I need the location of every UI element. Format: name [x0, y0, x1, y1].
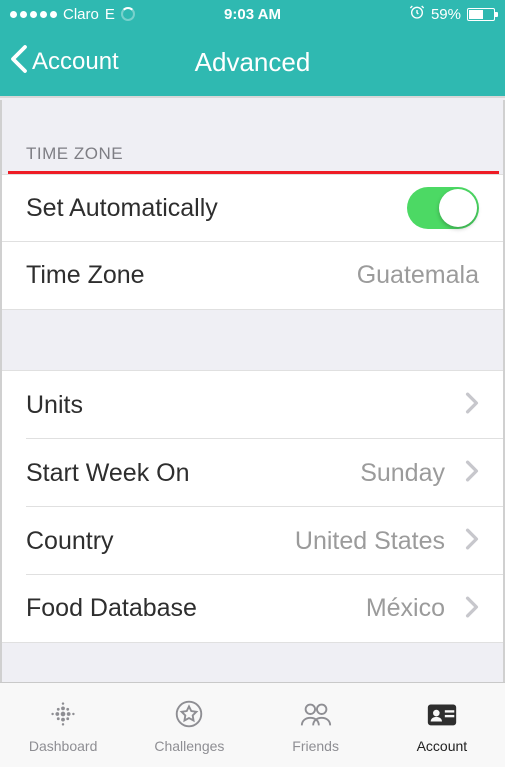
row-units[interactable]: Units [2, 371, 503, 439]
tab-label: Dashboard [29, 738, 98, 754]
chevron-right-icon [457, 457, 479, 489]
challenges-icon [170, 697, 208, 734]
country-label: Country [26, 527, 114, 556]
section-gap [2, 309, 503, 371]
tab-dashboard[interactable]: Dashboard [0, 683, 126, 767]
tab-label: Account [417, 738, 468, 754]
chevron-left-icon [10, 44, 28, 81]
friends-icon [297, 697, 335, 734]
content: TIME ZONE Set Automatically Time Zone Gu… [0, 100, 505, 682]
tab-label: Friends [292, 738, 339, 754]
tab-bar: Dashboard Challenges Friends Account [0, 682, 505, 767]
back-button[interactable]: Account [0, 44, 119, 81]
tab-challenges[interactable]: Challenges [126, 683, 252, 767]
startweek-label: Start Week On [26, 459, 190, 488]
row-start-week[interactable]: Start Week On Sunday [2, 439, 503, 507]
startweek-value-wrap: Sunday [360, 457, 479, 489]
battery-icon [467, 8, 495, 21]
country-value: United States [295, 527, 445, 556]
timezone-value: Guatemala [357, 261, 479, 290]
timezone-label: Time Zone [26, 261, 145, 290]
set-auto-label: Set Automatically [26, 194, 218, 223]
tab-friends[interactable]: Friends [253, 683, 379, 767]
signal-dots-icon [10, 11, 57, 18]
alarm-icon [409, 4, 425, 24]
set-auto-toggle[interactable] [407, 187, 479, 229]
carrier-label: Claro [63, 6, 99, 23]
account-icon [423, 697, 461, 734]
tab-account[interactable]: Account [379, 683, 505, 767]
row-time-zone[interactable]: Time Zone Guatemala [2, 242, 503, 310]
status-left: Claro E [10, 6, 409, 23]
tab-label: Challenges [154, 738, 224, 754]
row-food-database[interactable]: Food Database México [2, 575, 503, 643]
nav-bar: Account Advanced [0, 28, 505, 98]
chevron-right-icon [457, 593, 479, 625]
loading-spinner-icon [121, 7, 135, 21]
dashboard-icon [44, 697, 82, 734]
chevron-right-icon [457, 525, 479, 557]
battery-pct: 59% [431, 6, 461, 23]
units-value [457, 389, 479, 421]
status-bar: Claro E 9:03 AM 59% [0, 0, 505, 28]
units-label: Units [26, 391, 83, 420]
screen: Claro E 9:03 AM 59% Account Advanced TIM… [0, 0, 505, 767]
network-label: E [105, 6, 115, 23]
back-label: Account [32, 48, 119, 76]
row-set-automatically[interactable]: Set Automatically [2, 174, 503, 242]
fooddb-value-wrap: México [366, 593, 479, 625]
status-right: 59% [409, 4, 495, 24]
section-header-timezone: TIME ZONE [2, 100, 503, 174]
chevron-right-icon [457, 389, 479, 421]
startweek-value: Sunday [360, 459, 445, 488]
fooddb-label: Food Database [26, 594, 197, 623]
row-country[interactable]: Country United States [2, 507, 503, 575]
country-value-wrap: United States [295, 525, 479, 557]
fooddb-value: México [366, 594, 445, 623]
